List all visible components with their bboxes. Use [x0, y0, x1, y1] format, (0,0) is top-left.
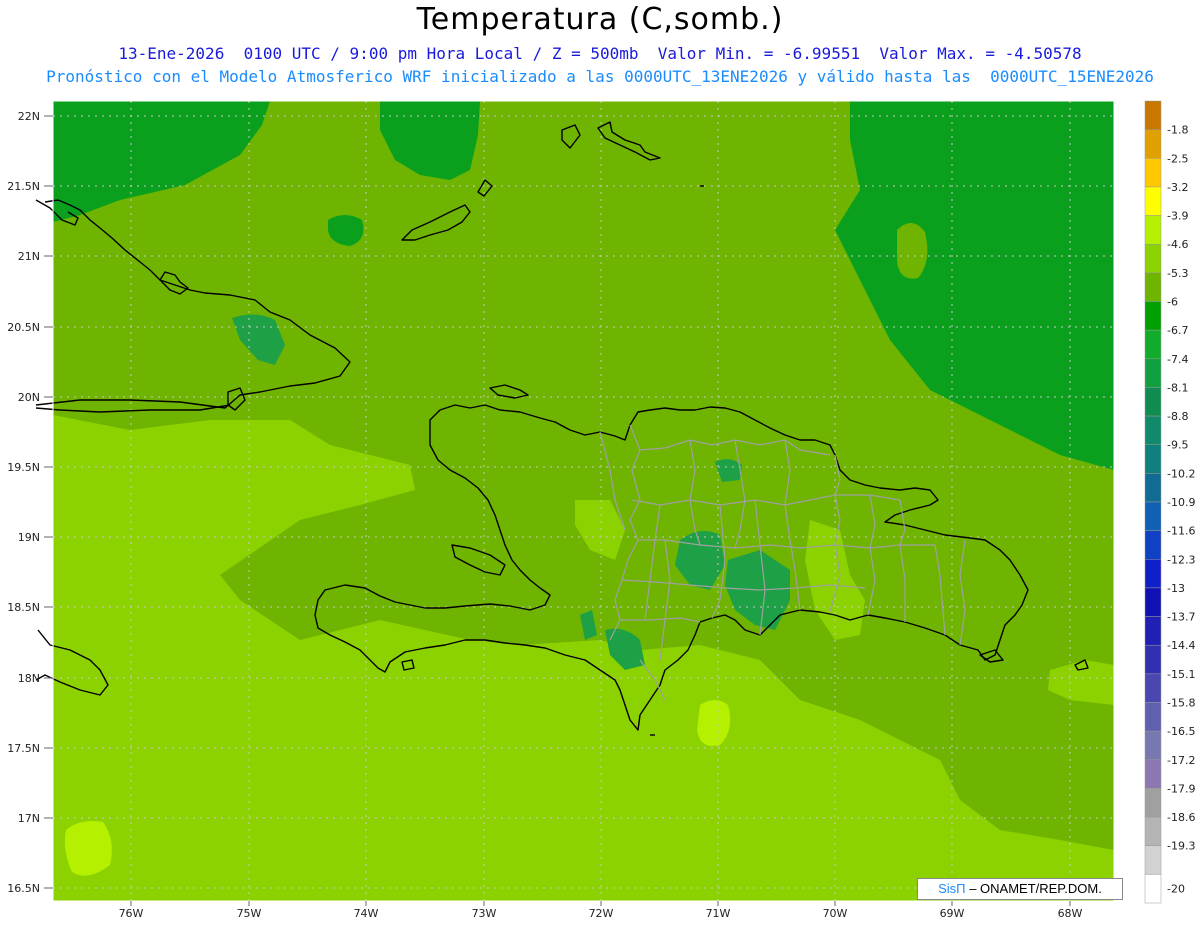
- legend-label: -7.4: [1167, 353, 1188, 366]
- legend-swatch: [1144, 301, 1162, 331]
- color-legend: -1.8 -2.5 -3.2 -3.9 -4.6 -5.3 -6 -6.7 -7.4 -8.1 -8…: [1144, 100, 1195, 904]
- legend-label: -20: [1167, 883, 1185, 896]
- legend-swatch: [1144, 845, 1162, 875]
- legend-label: -10.9: [1167, 496, 1195, 509]
- longitude-ticks: [130, 901, 1071, 906]
- legend-swatch: [1144, 329, 1162, 360]
- lat-label: 18N: [18, 672, 40, 685]
- latitude-labels: 22N 21.5N 21N 20.5N 20N 19.5N 19N 18.5N …: [7, 110, 40, 895]
- legend-label: -10.2: [1167, 467, 1195, 480]
- legend-label: -18.6: [1167, 811, 1195, 824]
- legend-swatch: [1144, 788, 1162, 818]
- legend-label: -9.5: [1167, 439, 1188, 452]
- legend-swatch: [1144, 530, 1162, 560]
- legend-swatch: [1144, 215, 1162, 245]
- legend-swatch: [1144, 129, 1162, 159]
- legend-swatch: [1144, 186, 1162, 216]
- legend-label: -17.9: [1167, 782, 1195, 795]
- legend-swatch: [1144, 272, 1162, 302]
- legend-swatch: [1144, 644, 1162, 675]
- legend-swatch: [1144, 444, 1162, 474]
- lat-label: 19N: [18, 531, 40, 544]
- lon-label: 68W: [1058, 907, 1083, 920]
- legend-label: -12.3: [1167, 553, 1195, 566]
- temperature-map: 22N 21.5N 21N 20.5N 20N 19.5N 19N 18.5N …: [7, 100, 1195, 920]
- legend-swatch: [1144, 587, 1162, 617]
- legend-swatch: [1144, 673, 1162, 703]
- sispi-logo: SisΠ: [938, 881, 966, 896]
- legend-label: -15.8: [1167, 697, 1195, 710]
- legend-label: -6.7: [1167, 324, 1188, 337]
- legend-swatch: [1144, 730, 1162, 761]
- warm-hole-northeast: [897, 222, 928, 279]
- legend-swatch: [1144, 387, 1162, 417]
- legend-swatch: [1144, 100, 1162, 130]
- legend-label: -8.8: [1167, 410, 1188, 423]
- lon-label: 74W: [354, 907, 379, 920]
- legend-swatch: [1144, 759, 1162, 789]
- lat-label: 18.5N: [7, 601, 40, 614]
- legend-label: -8.1: [1167, 381, 1188, 394]
- longitude-labels: 76W 75W 74W 73W 72W 71W 70W 69W 68W: [119, 907, 1083, 920]
- legend-swatch: [1144, 243, 1162, 274]
- lat-label: 21N: [18, 250, 40, 263]
- lon-label: 72W: [589, 907, 614, 920]
- lat-label: 20N: [18, 391, 40, 404]
- warm-spot-southwest: [64, 821, 112, 876]
- legend-label: -14.4: [1167, 639, 1195, 652]
- lon-label: 70W: [823, 907, 848, 920]
- lat-label: 22N: [18, 110, 40, 123]
- legend-swatch: [1144, 702, 1162, 732]
- lat-label: 19.5N: [7, 461, 40, 474]
- legend-label: -4.6: [1167, 238, 1188, 251]
- lon-label: 71W: [706, 907, 731, 920]
- lon-label: 75W: [237, 907, 262, 920]
- legend-label: -17.2: [1167, 754, 1195, 767]
- lon-label: 69W: [940, 907, 965, 920]
- legend-label: -2.5: [1167, 152, 1188, 165]
- legend-swatch: [1144, 874, 1162, 904]
- lon-label: 73W: [472, 907, 497, 920]
- legend-swatch: [1144, 816, 1162, 846]
- legend-label: -6: [1167, 296, 1178, 309]
- legend-swatch: [1144, 415, 1162, 445]
- latitude-ticks: [44, 115, 53, 889]
- legend-label: -19.3: [1167, 840, 1195, 853]
- legend-label: -13: [1167, 582, 1185, 595]
- legend-label: -3.2: [1167, 181, 1188, 194]
- legend-swatch: [1144, 616, 1162, 646]
- organization-label: – ONAMET/REP.DOM.: [969, 881, 1102, 896]
- lat-label: 21.5N: [7, 180, 40, 193]
- legend-swatch: [1144, 158, 1162, 188]
- legend-label: -11.6: [1167, 525, 1195, 538]
- credit-box: SisΠ – ONAMET/REP.DOM.: [917, 878, 1123, 900]
- legend-label: -1.8: [1167, 124, 1188, 137]
- legend-swatch: [1144, 559, 1162, 589]
- legend-label: -13.7: [1167, 611, 1195, 624]
- legend-label: -16.5: [1167, 725, 1195, 738]
- lat-label: 20.5N: [7, 321, 40, 334]
- lon-label: 76W: [119, 907, 144, 920]
- legend-label: -5.3: [1167, 267, 1188, 280]
- legend-swatch: [1144, 501, 1162, 531]
- lat-label: 16.5N: [7, 882, 40, 895]
- lat-label: 17N: [18, 812, 40, 825]
- legend-swatch: [1144, 473, 1162, 503]
- legend-label: -3.9: [1167, 210, 1188, 223]
- legend-label: -15.1: [1167, 668, 1195, 681]
- legend-swatch: [1144, 358, 1162, 388]
- lat-label: 17.5N: [7, 742, 40, 755]
